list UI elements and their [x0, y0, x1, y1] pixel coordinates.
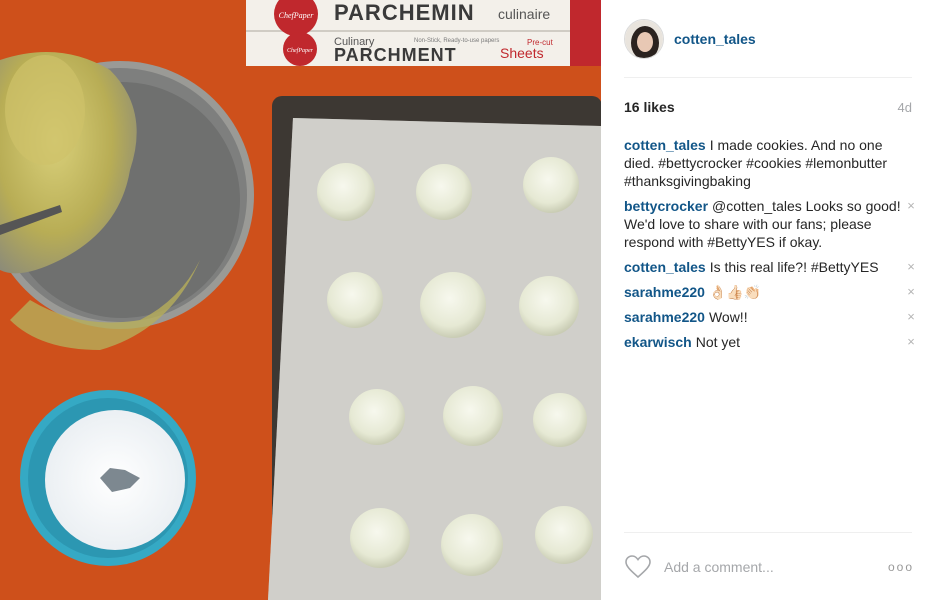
post-header: cotten_tales [624, 18, 914, 60]
avatar[interactable] [624, 19, 664, 59]
comment-username[interactable]: bettycrocker [624, 198, 708, 214]
comment-username[interactable]: ekarwisch [624, 334, 692, 350]
delete-comment-icon[interactable]: × [905, 259, 917, 275]
box-brand-top: ChefPaper [279, 11, 315, 20]
add-comment-input[interactable] [664, 559, 879, 575]
box-title-fr: PARCHEMIN [334, 0, 475, 25]
comment-bar: ooo [624, 549, 914, 585]
post-author-username[interactable]: cotten_tales [674, 31, 756, 47]
post-age: 4d [897, 99, 912, 115]
delete-comment-icon[interactable]: × [905, 198, 917, 214]
comment-item: ekarwisch Not yet × [624, 333, 920, 351]
comment-text: Not yet [695, 334, 741, 350]
delete-comment-icon[interactable]: × [905, 284, 917, 300]
heart-icon [625, 555, 651, 579]
box-title-en: PARCHMENT [334, 45, 457, 65]
cookies-photo: ChefPaper PARCHEMIN culinaire ChefPaper … [0, 0, 601, 600]
box-small-text: Non-Stick, Ready-to-use papers [414, 38, 499, 44]
comment-item: sarahme220 Wow!! × [624, 308, 920, 326]
box-sheets: Sheets [500, 45, 544, 61]
delete-comment-icon[interactable]: × [905, 309, 917, 325]
box-subtitle-fr: culinaire [498, 6, 550, 22]
like-button[interactable] [624, 554, 652, 580]
post-details-panel: cotten_tales 16 likes 4d cotten_tales I m… [601, 0, 937, 600]
avatar-image [625, 20, 663, 58]
sugar-bowl [20, 390, 196, 566]
comment-item: sarahme220 👌🏻👍🏻👏🏻 × [624, 283, 920, 301]
comment-username[interactable]: sarahme220 [624, 309, 705, 325]
header-divider [624, 77, 912, 78]
comment-username[interactable]: cotten_tales [624, 259, 706, 275]
comments-list: cotten_tales I made cookies. And no one d… [624, 136, 920, 358]
footer-divider [624, 532, 912, 533]
delete-comment-icon[interactable]: × [905, 334, 917, 350]
box-brand-bottom: ChefPaper [287, 47, 314, 54]
likes-count[interactable]: 16 likes [624, 99, 675, 115]
caption-comment: cotten_tales I made cookies. And no one d… [624, 136, 920, 190]
comment-text: Wow!! [708, 309, 748, 325]
post-meta: 16 likes 4d [624, 98, 912, 116]
comment-username[interactable]: sarahme220 [624, 284, 705, 300]
post-photo[interactable]: ChefPaper PARCHEMIN culinaire ChefPaper … [0, 0, 601, 600]
more-options-icon[interactable]: ooo [888, 560, 914, 574]
comment-text: Is this real life?! #BettyYES [709, 259, 879, 275]
comment-item: bettycrocker @cotten_tales Looks so good!… [624, 197, 920, 251]
comment-username[interactable]: cotten_tales [624, 137, 706, 153]
parchment-box: ChefPaper PARCHEMIN culinaire ChefPaper … [246, 0, 601, 66]
comment-text: 👌🏻👍🏻👏🏻 [708, 284, 762, 300]
comment-item: cotten_tales Is this real life?! #BettyYE… [624, 258, 920, 276]
